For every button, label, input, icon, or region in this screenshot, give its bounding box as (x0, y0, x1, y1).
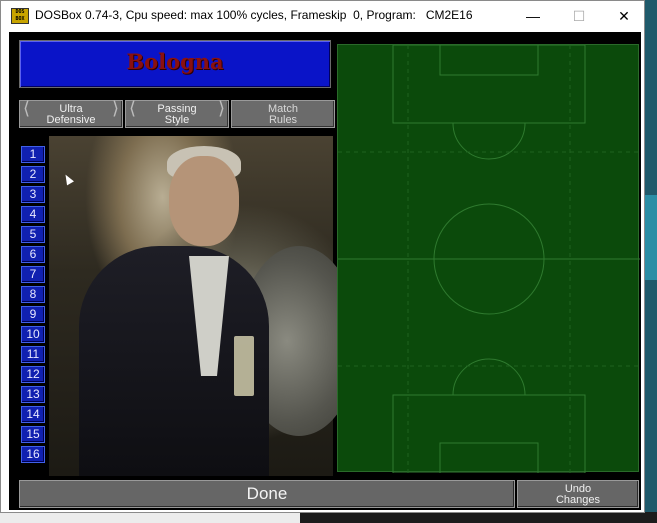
player-number-button[interactable]: 12 (21, 366, 45, 383)
undo-changes-button[interactable]: Undo Changes (517, 480, 639, 508)
player-number-button[interactable]: 1 (21, 146, 45, 163)
team-banner: Bologna (19, 40, 331, 88)
top-goal-box (439, 45, 539, 76)
bottom-penalty-arc (452, 358, 526, 396)
right-arrow-icon[interactable]: ⟩ (112, 100, 119, 118)
passing-style-button[interactable]: ⟨ Passing Style ⟩ (125, 100, 229, 128)
bottom-goal-box (439, 442, 539, 473)
maximize-button[interactable]: ☐ (556, 1, 602, 31)
undo-label-line2: Changes (555, 494, 601, 506)
player-number-button[interactable]: 16 (21, 446, 45, 463)
player-number-button[interactable]: 6 (21, 246, 45, 263)
right-arrow-icon[interactable]: ⟩ (218, 100, 225, 118)
team-name: Bologna (126, 49, 224, 74)
player-number-button[interactable]: 11 (21, 346, 45, 363)
desktop-background-right (644, 0, 657, 523)
close-button[interactable]: ✕ (601, 1, 647, 31)
minimize-button[interactable]: — (510, 1, 556, 31)
player-number-button[interactable]: 15 (21, 426, 45, 443)
game-screen[interactable]: Bologna ⟨ Ultra Defensive ⟩ ⟨ Passing Styl… (9, 32, 641, 510)
desktop-dark-strip (300, 512, 657, 523)
player-number-button[interactable]: 13 (21, 386, 45, 403)
player-number-button[interactable]: 2 (21, 166, 45, 183)
player-number-button[interactable]: 7 (21, 266, 45, 283)
close-icon: ✕ (618, 8, 630, 24)
player-number-button[interactable]: 10 (21, 326, 45, 343)
tab-label-line2: Style (164, 114, 190, 126)
player-number-button[interactable]: 14 (21, 406, 45, 423)
pitch-markings (338, 45, 640, 473)
match-rules-button[interactable]: Match Rules (231, 100, 335, 128)
top-penalty-arc (452, 122, 526, 160)
tab-label-line2: Rules (268, 114, 298, 126)
manager-photo (49, 136, 359, 476)
photo-glass (234, 336, 254, 396)
player-number-button[interactable]: 5 (21, 226, 45, 243)
player-number-button[interactable]: 9 (21, 306, 45, 323)
maximize-icon: ☐ (572, 8, 586, 24)
minimize-icon: — (526, 8, 540, 24)
app-icon-text: DOS BOX (15, 9, 25, 22)
bottom-penalty-box (392, 394, 586, 473)
desktop-teal-accent (644, 195, 657, 280)
photo-face (169, 156, 239, 246)
dosbox-app-icon[interactable]: DOS BOX (11, 8, 29, 24)
player-number-list: 1 2 3 4 5 6 7 8 9 10 11 12 13 14 15 16 (21, 146, 47, 466)
player-number-button[interactable]: 3 (21, 186, 45, 203)
top-penalty-box (392, 45, 586, 124)
tab-label-line2: Defensive (46, 114, 96, 126)
done-button[interactable]: Done (19, 480, 515, 508)
window-title: DOSBox 0.74-3, Cpu speed: max 100% cycle… (35, 8, 473, 22)
football-pitch[interactable] (337, 44, 640, 473)
player-number-button[interactable]: 8 (21, 286, 45, 303)
tactic-ultra-defensive-button[interactable]: ⟨ Ultra Defensive ⟩ (19, 100, 123, 128)
desktop-taskbar-strip (0, 512, 657, 523)
player-number-button[interactable]: 4 (21, 206, 45, 223)
title-bar[interactable]: DOS BOX DOSBox 0.74-3, Cpu speed: max 10… (1, 1, 644, 31)
dosbox-window: DOS BOX DOSBox 0.74-3, Cpu speed: max 10… (0, 0, 645, 513)
